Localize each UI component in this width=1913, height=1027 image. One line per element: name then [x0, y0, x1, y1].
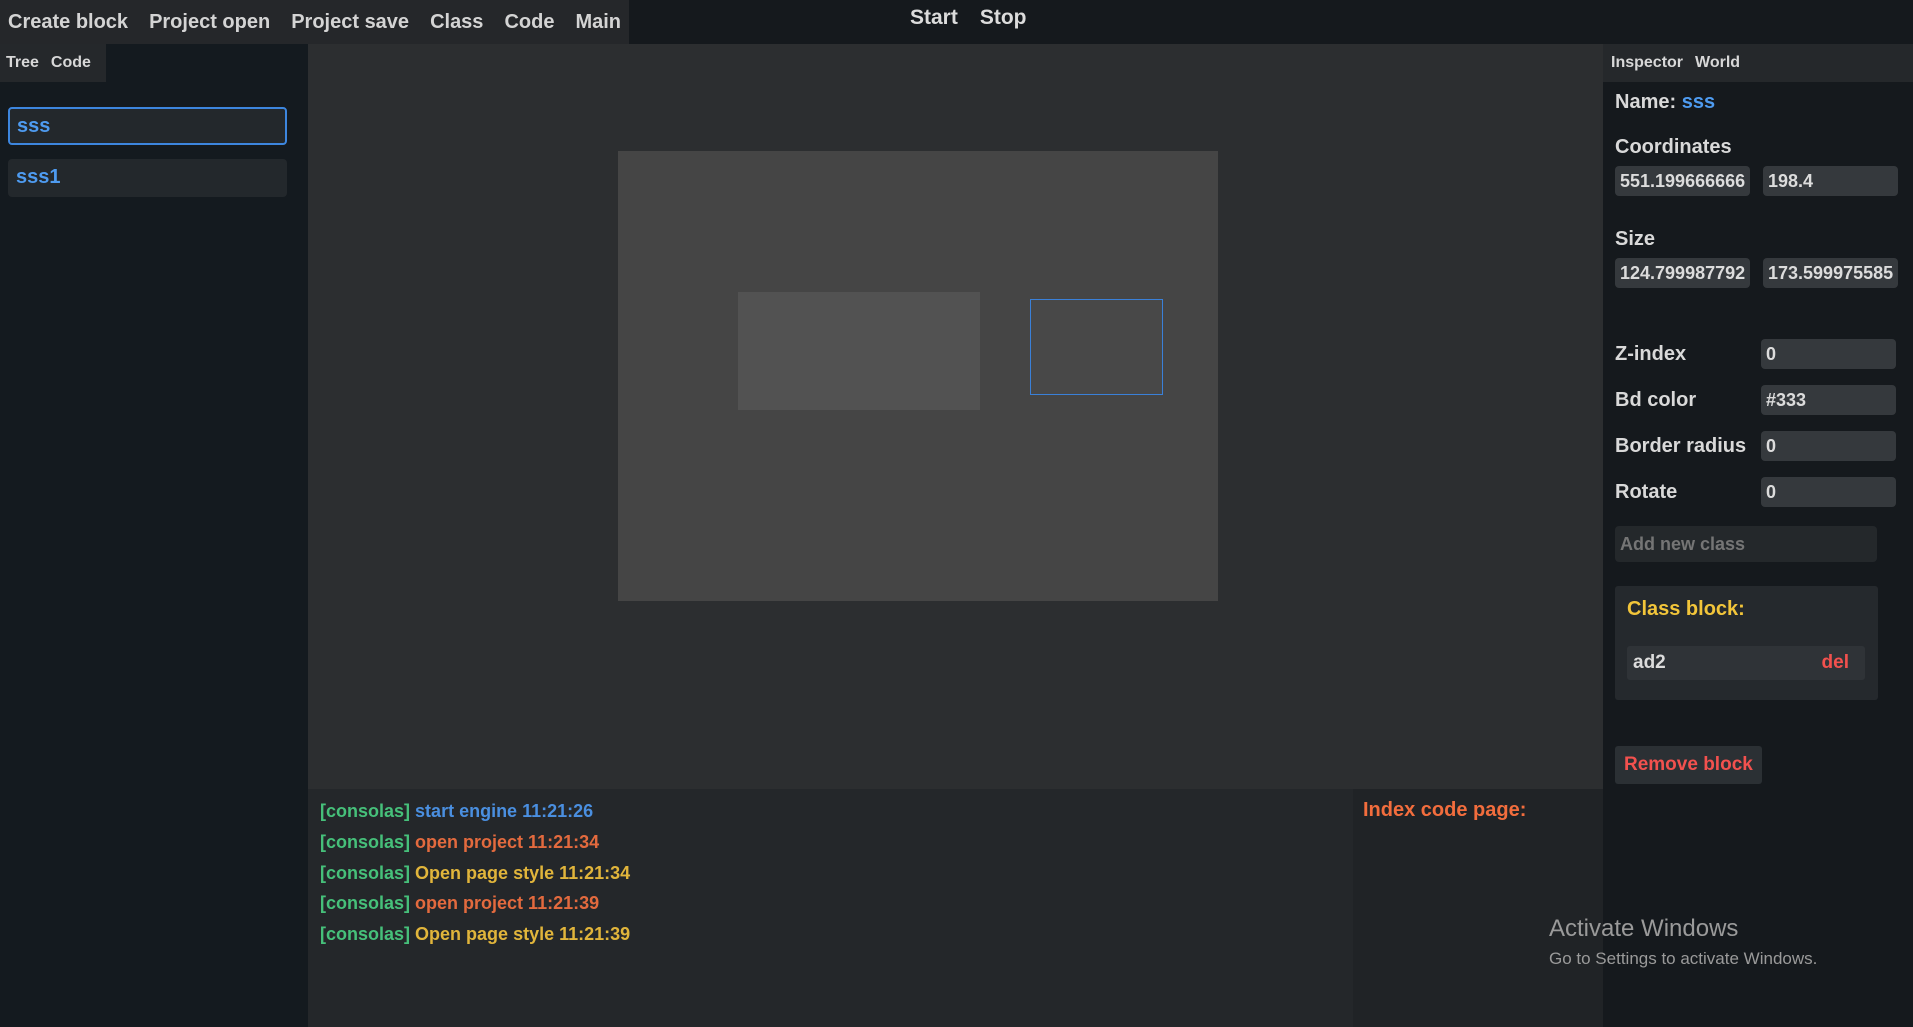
tab-code[interactable]: Code	[45, 54, 97, 72]
stop-button[interactable]: Stop	[970, 6, 1039, 30]
tree-item-sss1[interactable]: sss1	[8, 159, 287, 197]
tree-item-sss[interactable]: sss	[8, 107, 287, 145]
menu-bar: Create block Project open Project save C…	[0, 0, 1913, 44]
tab-inspector[interactable]: Inspector	[1603, 54, 1689, 72]
log-line: [consolas] Open page style 11:21:39	[320, 924, 630, 945]
class-name: ad2	[1633, 652, 1666, 673]
log-tag: [consolas]	[320, 801, 411, 821]
code-page-title: Index code page:	[1363, 799, 1527, 821]
border-radius-label: Border radius	[1615, 435, 1747, 457]
left-panel: Tree Code sss sss1	[0, 44, 308, 1027]
coordinates-label: Coordinates	[1615, 136, 1732, 158]
size-height-input[interactable]	[1763, 258, 1898, 288]
class-block-title: Class block:	[1627, 598, 1745, 620]
rotate-input[interactable]	[1761, 477, 1896, 507]
coord-y-input[interactable]	[1763, 166, 1898, 196]
menu-class[interactable]: Class	[422, 0, 496, 44]
menu-create-block[interactable]: Create block	[0, 0, 141, 44]
log-text: open project 11:21:34	[415, 832, 600, 852]
left-tabs: Tree Code	[0, 44, 106, 82]
main-menu: Create block Project open Project save C…	[0, 0, 629, 44]
z-index-input[interactable]	[1761, 339, 1896, 369]
log-tag: [consolas]	[320, 863, 411, 883]
log-line: [consolas] start engine 11:21:26	[320, 801, 593, 822]
bd-color-input[interactable]	[1761, 385, 1896, 415]
inspector-panel: Inspector World Name: sss Coordinates Si…	[1603, 44, 1913, 1027]
code-page-panel: Index code page:	[1353, 789, 1603, 1027]
delete-class-button[interactable]: del	[1822, 652, 1849, 674]
log-tag: [consolas]	[320, 893, 411, 913]
log-text: open project 11:21:39	[415, 893, 600, 913]
stage-area	[308, 44, 1603, 789]
activation-watermark: Activate Windows Go to Settings to activ…	[1549, 915, 1817, 969]
run-controls: Start Stop	[900, 0, 1039, 36]
rotate-label: Rotate	[1615, 481, 1678, 503]
block-sss1[interactable]	[738, 292, 980, 410]
size-label: Size	[1615, 228, 1656, 250]
log-text: Open page style 11:21:34	[415, 863, 631, 883]
menu-main[interactable]: Main	[567, 0, 634, 44]
log-line: [consolas] open project 11:21:39	[320, 893, 599, 914]
remove-block-button[interactable]: Remove block	[1615, 746, 1762, 784]
border-radius-input[interactable]	[1761, 431, 1896, 461]
log-text: start engine 11:21:26	[415, 801, 594, 821]
name-label: Name:	[1615, 91, 1677, 113]
log-line: [consolas] Open page style 11:21:34	[320, 863, 630, 884]
bd-color-label: Bd color	[1615, 389, 1697, 411]
menu-code[interactable]: Code	[496, 0, 567, 44]
log-tag: [consolas]	[320, 924, 411, 944]
size-width-input[interactable]	[1615, 258, 1750, 288]
menu-project-save[interactable]: Project save	[283, 0, 422, 44]
class-block-panel: Class block: ad2 del	[1615, 586, 1878, 700]
log-text: Open page style 11:21:39	[415, 924, 631, 944]
tab-world[interactable]: World	[1689, 54, 1746, 72]
menu-project-open[interactable]: Project open	[141, 0, 283, 44]
z-index-label: Z-index	[1615, 343, 1687, 365]
add-class-input[interactable]	[1615, 526, 1877, 562]
block-sss-selected[interactable]	[1030, 299, 1163, 395]
world-canvas[interactable]	[618, 151, 1218, 601]
console-panel: [consolas] start engine 11:21:26 [consol…	[308, 789, 1353, 1027]
watermark-title: Activate Windows	[1549, 915, 1739, 942]
watermark-subtitle: Go to Settings to activate Windows.	[1549, 949, 1818, 968]
start-button[interactable]: Start	[900, 6, 970, 30]
tab-tree[interactable]: Tree	[0, 54, 45, 72]
name-value: sss	[1681, 91, 1716, 113]
right-tabs: Inspector World	[1603, 44, 1913, 82]
class-chip: ad2 del	[1627, 646, 1865, 680]
log-tag: [consolas]	[320, 832, 411, 852]
log-line: [consolas] open project 11:21:34	[320, 832, 599, 853]
coord-x-input[interactable]	[1615, 166, 1750, 196]
name-row: Name: sss	[1615, 91, 1715, 114]
